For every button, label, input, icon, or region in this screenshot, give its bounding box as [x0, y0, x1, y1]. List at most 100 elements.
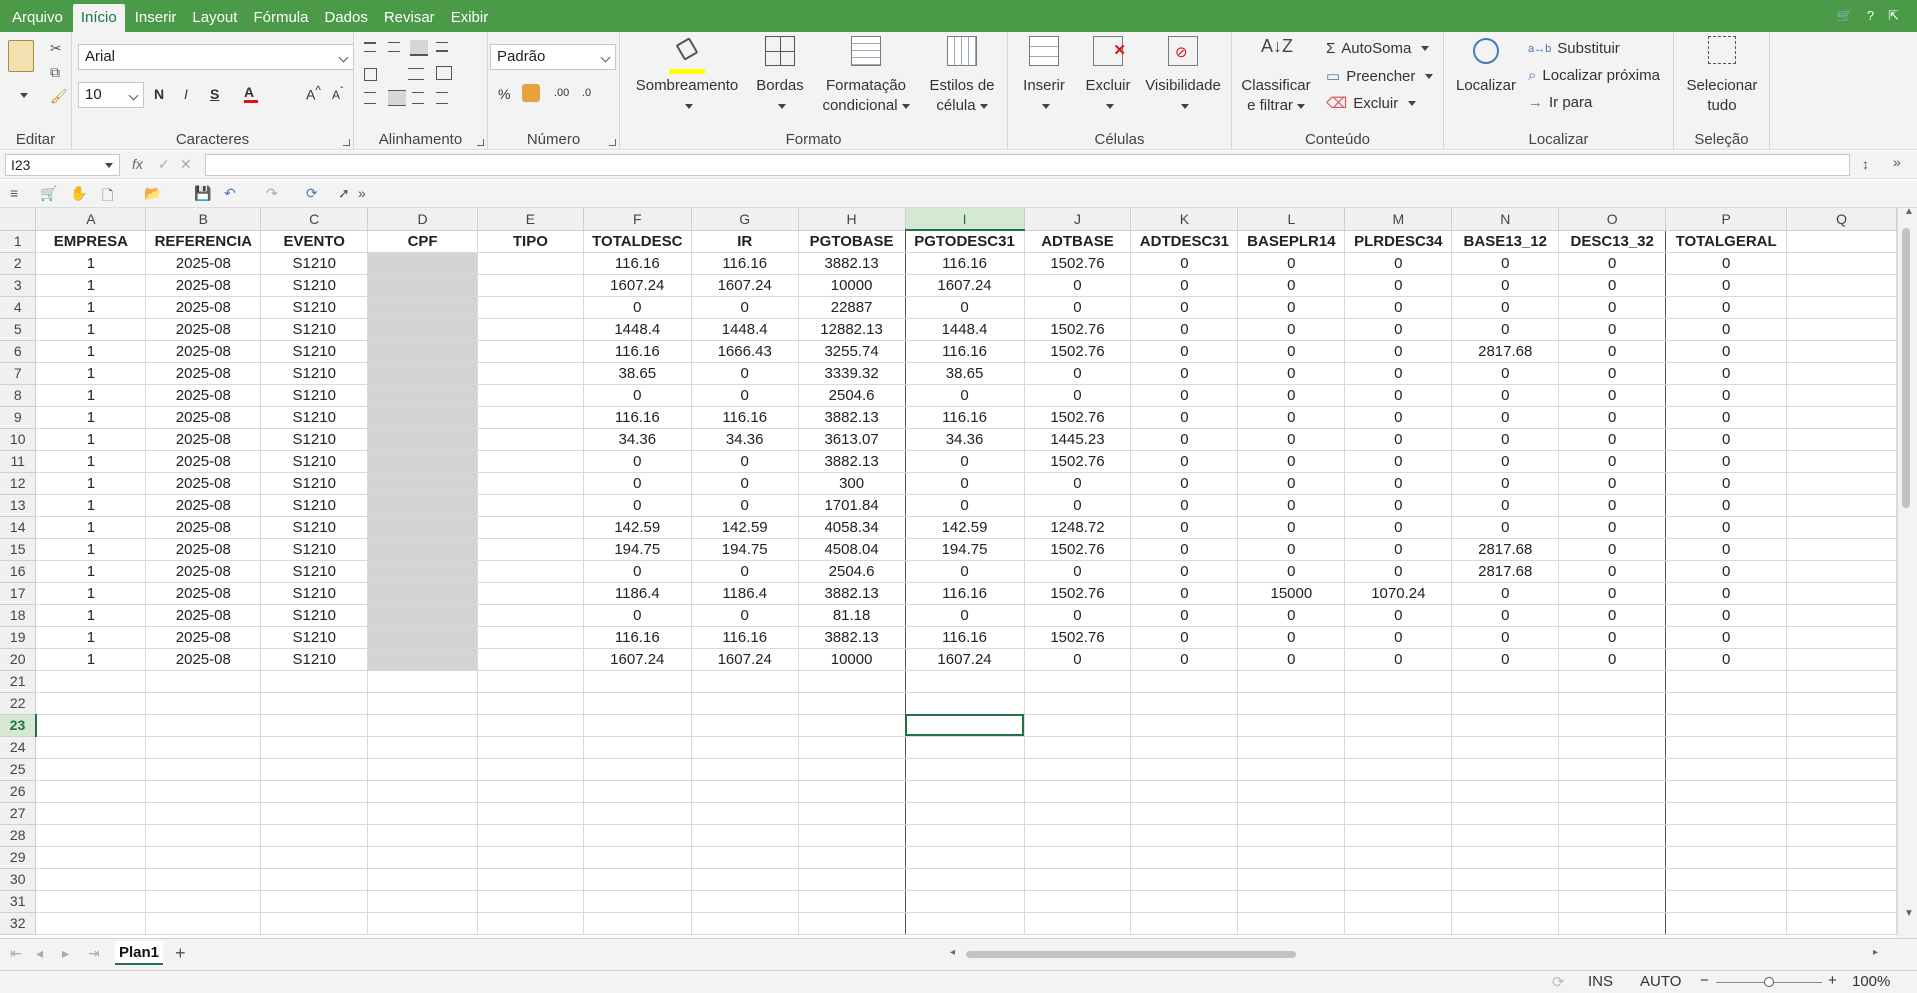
borders-button[interactable]: Bordas	[750, 36, 810, 116]
cell[interactable]: 10000	[798, 648, 906, 671]
column-header-e[interactable]: E	[477, 208, 584, 231]
cell[interactable]: 0	[1344, 318, 1453, 341]
cell[interactable]: 1	[35, 516, 147, 539]
column-header-f[interactable]: F	[583, 208, 692, 231]
paste-dropdown-icon[interactable]	[16, 86, 28, 102]
cell[interactable]: 0	[1665, 560, 1788, 583]
cell[interactable]	[1786, 252, 1897, 275]
cell[interactable]: 34.36	[583, 428, 692, 451]
cell[interactable]: ADTDESC31	[1130, 230, 1239, 253]
cell[interactable]	[1451, 736, 1560, 759]
cell[interactable]	[1130, 846, 1239, 869]
row-header[interactable]: 30	[0, 868, 37, 891]
cell[interactable]	[260, 692, 369, 715]
cell[interactable]	[1665, 780, 1788, 803]
cell[interactable]: 1502.76	[1024, 626, 1132, 649]
cell[interactable]	[691, 846, 799, 869]
menu-tab-7[interactable]: Exibir	[443, 4, 497, 32]
cell[interactable]: 2817.68	[1451, 538, 1560, 561]
cell[interactable]	[583, 692, 692, 715]
cell[interactable]: 2504.6	[798, 560, 906, 583]
cell[interactable]	[1558, 868, 1667, 891]
row-header[interactable]: 11	[0, 450, 37, 473]
cell[interactable]: 0	[1558, 582, 1667, 605]
cell[interactable]: 3613.07	[798, 428, 906, 451]
cell[interactable]	[1024, 692, 1132, 715]
cell[interactable]	[367, 736, 478, 759]
cell[interactable]	[798, 824, 906, 847]
cell[interactable]	[145, 912, 262, 935]
cell[interactable]	[1237, 890, 1346, 913]
cell[interactable]: 0	[1558, 538, 1667, 561]
cell[interactable]: 0	[583, 384, 692, 407]
cell[interactable]: 0	[583, 494, 692, 517]
cell[interactable]	[1451, 802, 1560, 825]
cell[interactable]: 22887	[798, 296, 906, 319]
cell[interactable]: 1248.72	[1024, 516, 1132, 539]
row-header[interactable]: 14	[0, 516, 37, 539]
cell[interactable]: S1210	[260, 626, 369, 649]
cell[interactable]: 0	[1237, 450, 1346, 473]
cell[interactable]: 0	[1237, 560, 1346, 583]
cell[interactable]	[583, 736, 692, 759]
cell[interactable]	[1344, 780, 1453, 803]
row-header[interactable]: 22	[0, 692, 37, 715]
cell[interactable]: 0	[1344, 252, 1453, 275]
cell[interactable]: 194.75	[905, 538, 1025, 561]
cell[interactable]: 0	[1665, 252, 1788, 275]
cell[interactable]	[1786, 494, 1897, 517]
fx-icon[interactable]: fx	[132, 156, 143, 172]
scroll-right-icon[interactable]: ▸	[1873, 947, 1878, 958]
cell[interactable]: 0	[583, 472, 692, 495]
cell[interactable]: 0	[691, 296, 799, 319]
cell[interactable]: 0	[1130, 516, 1239, 539]
column-header-p[interactable]: P	[1665, 208, 1788, 231]
cell[interactable]	[35, 736, 147, 759]
font-size-select[interactable]: 10	[78, 82, 144, 108]
cell[interactable]	[1344, 692, 1453, 715]
cell[interactable]: 1502.76	[1024, 252, 1132, 275]
cell[interactable]	[1665, 714, 1788, 737]
cell[interactable]	[691, 802, 799, 825]
row-header[interactable]: 32	[0, 912, 37, 935]
cell[interactable]: 0	[1237, 296, 1346, 319]
italic-button[interactable]: I	[184, 86, 188, 102]
cell[interactable]: 0	[1558, 626, 1667, 649]
cell[interactable]	[798, 736, 906, 759]
cell[interactable]: 0	[1665, 516, 1788, 539]
cell[interactable]: 3882.13	[798, 626, 906, 649]
decrease-decimal-button[interactable]: .0	[582, 87, 591, 99]
cell[interactable]	[1344, 670, 1453, 693]
cell[interactable]: 0	[1130, 318, 1239, 341]
cart-toolbar-icon[interactable]: 🛒	[40, 185, 58, 203]
cell[interactable]: 1502.76	[1024, 406, 1132, 429]
row-header[interactable]: 3	[0, 274, 37, 297]
cell[interactable]: 0	[1130, 252, 1239, 275]
cell[interactable]: 0	[1451, 472, 1560, 495]
cell[interactable]	[1786, 406, 1897, 429]
menu-icon[interactable]: ≡	[10, 185, 28, 203]
cell[interactable]	[905, 780, 1025, 803]
cell[interactable]	[1665, 758, 1788, 781]
column-header-q[interactable]: Q	[1786, 208, 1897, 231]
cell[interactable]: 2025-08	[145, 494, 262, 517]
row-header[interactable]: 29	[0, 846, 37, 869]
cell[interactable]: 0	[1665, 296, 1788, 319]
cell[interactable]: 0	[1451, 252, 1560, 275]
numero-launcher-icon[interactable]	[609, 139, 616, 146]
cell[interactable]: 116.16	[583, 340, 692, 363]
cell[interactable]: 1070.24	[1344, 582, 1453, 605]
cell[interactable]: 116.16	[905, 626, 1025, 649]
row-header[interactable]: 2	[0, 252, 37, 275]
cell[interactable]	[367, 780, 478, 803]
cell[interactable]	[35, 780, 147, 803]
cell[interactable]: 0	[1344, 560, 1453, 583]
cell[interactable]: 1	[35, 384, 147, 407]
cell[interactable]: 116.16	[691, 406, 799, 429]
cell[interactable]: 0	[1451, 428, 1560, 451]
cell[interactable]	[798, 868, 906, 891]
row-header[interactable]: 28	[0, 824, 37, 847]
cell[interactable]	[367, 252, 478, 275]
cell[interactable]	[1344, 714, 1453, 737]
cell[interactable]: 0	[905, 604, 1025, 627]
